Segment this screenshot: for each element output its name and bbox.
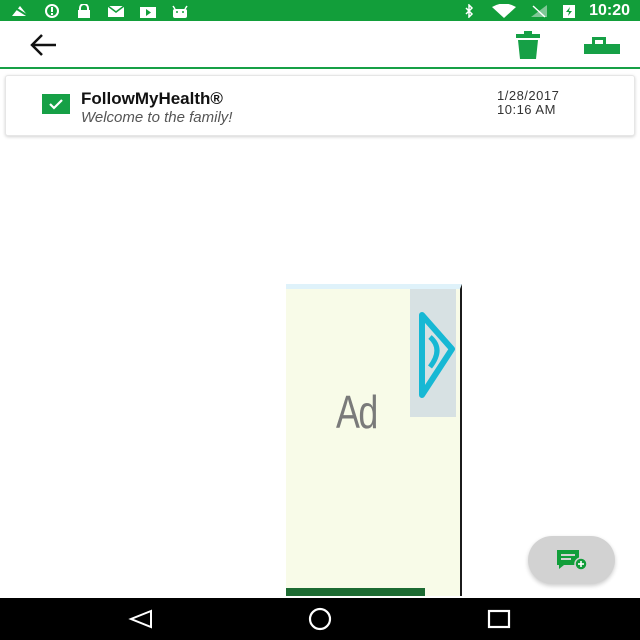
- status-time: 10:20: [589, 1, 630, 19]
- compose-button[interactable]: [528, 536, 615, 584]
- message-subject: Welcome to the family!: [81, 109, 233, 126]
- nav-recents-icon[interactable]: [486, 608, 512, 630]
- message-time: 10:16 AM: [497, 102, 556, 117]
- status-bar: 10:20: [0, 0, 640, 21]
- ad-banner[interactable]: Ad: [286, 284, 462, 596]
- android-icon: [172, 5, 188, 18]
- nav-home-icon[interactable]: [306, 607, 334, 631]
- message-list-item[interactable]: FollowMyHealth® Welcome to the family! 1…: [5, 75, 635, 136]
- ad-label: Ad: [336, 386, 378, 438]
- lock-icon: [78, 3, 90, 18]
- trash-icon[interactable]: [512, 30, 544, 60]
- alert-icon: [45, 3, 59, 18]
- navigation-bar: [0, 598, 640, 640]
- ad-choices-button[interactable]: [410, 289, 456, 417]
- play-store-icon: [140, 6, 156, 18]
- screen: 10:20 FollowMyHealth® Welcome to the fam…: [0, 0, 640, 640]
- message-date: 1/28/2017: [497, 88, 560, 103]
- status-right-icons: 10:20: [459, 2, 630, 20]
- app-bar: [0, 21, 640, 69]
- ad-progress-bar: [286, 588, 425, 596]
- move-to-folder-icon[interactable]: [582, 34, 622, 56]
- status-left-icons: [10, 3, 190, 18]
- wifi-icon: [492, 3, 517, 18]
- bluetooth-icon: [465, 3, 474, 18]
- mail-icon: [107, 4, 125, 17]
- battery-charging-icon: [563, 4, 576, 18]
- cell-signal-icon: [531, 4, 548, 18]
- ad-choices-icon: [419, 312, 455, 398]
- nav-back-icon[interactable]: [128, 609, 154, 629]
- checkbox-checked-icon[interactable]: [42, 94, 70, 114]
- arrow-back-icon[interactable]: [28, 31, 60, 59]
- signal-off-icon: [11, 4, 29, 17]
- compose-message-icon: [557, 550, 588, 571]
- message-sender: FollowMyHealth®: [81, 89, 223, 108]
